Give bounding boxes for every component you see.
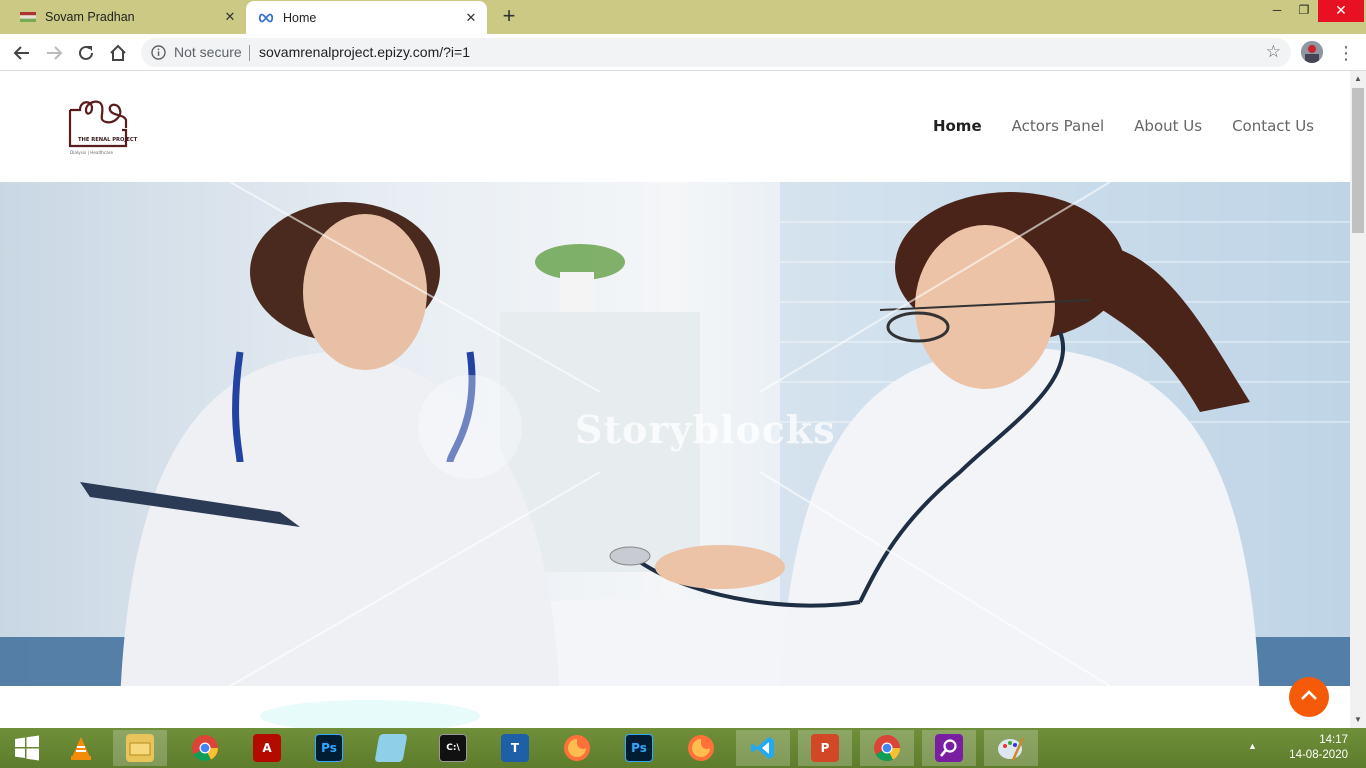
tab-home[interactable]: Home ✕ — [246, 1, 487, 34]
cmd-icon[interactable]: C:\ — [426, 730, 480, 766]
minimize-icon[interactable]: ─ — [1262, 0, 1292, 22]
url-text[interactable]: sovamrenalproject.epizy.com/?i=1 — [259, 44, 470, 60]
photoshop-icon[interactable]: Ps — [302, 730, 356, 766]
close-icon[interactable]: ✕ — [1318, 0, 1364, 22]
powerpoint-icon[interactable]: P — [798, 730, 852, 766]
paint-icon[interactable] — [984, 730, 1038, 766]
nav-home[interactable]: Home — [933, 117, 982, 135]
info-icon[interactable] — [151, 45, 166, 60]
photoshop-icon[interactable]: Ps — [612, 730, 666, 766]
flag-favicon-icon — [20, 9, 36, 25]
windows-taskbar: A Ps C:\ T Ps P ▲ 14:17 14-08-2020 — [0, 728, 1366, 768]
browser-toolbar: Not secure sovamrenalproject.epizy.com/?… — [0, 34, 1366, 71]
windows-start-icon[interactable] — [0, 730, 54, 766]
star-icon[interactable]: ☆ — [1266, 43, 1281, 61]
hero-image: Storyblocks — [0, 182, 1350, 686]
clock-time: 14:17 — [1319, 734, 1348, 746]
stock-watermark: Storyblocks — [575, 407, 836, 452]
search-tool-icon[interactable] — [922, 730, 976, 766]
chevron-up-icon — [1300, 688, 1318, 706]
taskbar-clock[interactable]: 14:17 14-08-2020 — [1289, 733, 1348, 763]
scroll-to-top-button[interactable] — [1289, 677, 1329, 717]
site-header: THE RENAL PROJECT Dialysis | Healthcare … — [0, 71, 1350, 182]
page-scrollbar[interactable]: ▲ ▼ — [1350, 71, 1366, 728]
more-menu-icon[interactable]: ⋮ — [1337, 43, 1355, 63]
nav-contact-us[interactable]: Contact Us — [1232, 117, 1314, 135]
plus-icon[interactable]: + — [498, 5, 520, 27]
logo-text: THE RENAL PROJECT — [78, 137, 138, 143]
section-decoration — [260, 700, 480, 728]
file-explorer-icon[interactable] — [113, 730, 167, 766]
logo-tagline: Dialysis | Healthcare — [70, 150, 113, 155]
tab-sovam-pradhan[interactable]: Sovam Pradhan ✕ — [8, 0, 246, 34]
vscode-icon[interactable] — [736, 730, 790, 766]
reload-icon[interactable] — [74, 41, 98, 65]
tab-close-icon[interactable]: ✕ — [222, 9, 238, 25]
typing-master-icon[interactable]: T — [488, 730, 542, 766]
web-page: THE RENAL PROJECT Dialysis | Healthcare … — [0, 71, 1350, 728]
vlc-icon[interactable] — [54, 730, 108, 766]
tab-title: Home — [283, 10, 317, 25]
restore-icon[interactable]: ❐ — [1289, 0, 1319, 22]
address-bar[interactable]: Not secure sovamrenalproject.epizy.com/?… — [141, 38, 1291, 67]
scroll-up-arrow-icon[interactable]: ▲ — [1350, 71, 1366, 87]
nav-about-us[interactable]: About Us — [1134, 117, 1202, 135]
back-arrow-icon[interactable] — [10, 41, 34, 65]
chrome-icon[interactable] — [178, 730, 232, 766]
clock-date: 14-08-2020 — [1289, 749, 1348, 761]
nav-actors-panel[interactable]: Actors Panel — [1012, 117, 1105, 135]
scrollbar-thumb[interactable] — [1352, 88, 1364, 233]
main-nav: Home Actors Panel About Us Contact Us — [933, 117, 1314, 135]
acrobat-icon[interactable]: A — [240, 730, 294, 766]
chrome-icon[interactable] — [860, 730, 914, 766]
system-tray: ▲ 14:17 14-08-2020 — [1246, 728, 1366, 768]
site-logo[interactable]: THE RENAL PROJECT Dialysis | Healthcare — [66, 98, 152, 158]
notepad-icon[interactable] — [364, 730, 418, 766]
tab-close-icon[interactable]: ✕ — [463, 10, 479, 26]
firefox-icon[interactable] — [674, 730, 728, 766]
content-section — [0, 686, 1350, 728]
tray-expand-icon[interactable]: ▲ — [1248, 741, 1257, 751]
address-separator — [249, 45, 250, 61]
tab-title: Sovam Pradhan — [45, 10, 135, 24]
firefox-icon[interactable] — [550, 730, 604, 766]
avatar[interactable] — [1301, 41, 1323, 63]
security-label: Not secure — [174, 44, 242, 60]
forward-arrow-icon[interactable] — [42, 41, 66, 65]
scroll-down-arrow-icon[interactable]: ▼ — [1350, 712, 1366, 728]
browser-title-bar: Sovam Pradhan ✕ Home ✕ + ─ ❐ ✕ — [0, 0, 1366, 34]
infinity-favicon-icon — [258, 10, 274, 26]
home-icon[interactable] — [106, 41, 130, 65]
